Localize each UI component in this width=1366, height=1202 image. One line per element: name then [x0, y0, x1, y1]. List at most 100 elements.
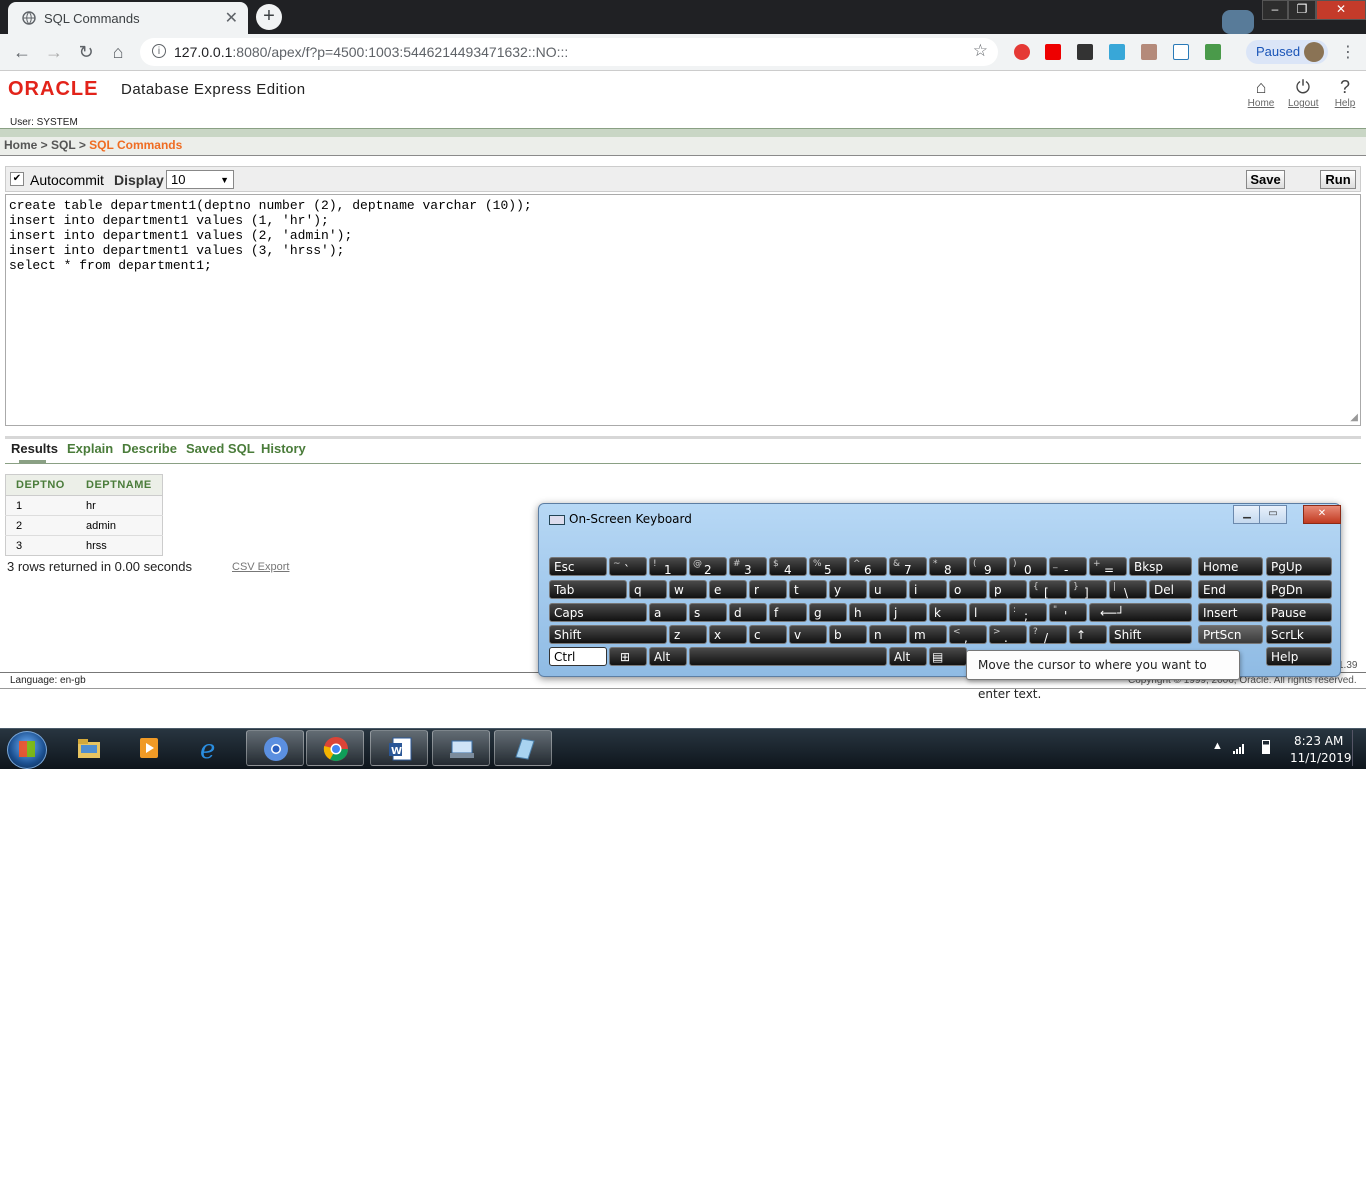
show-hidden-icons-icon[interactable]: ▲ — [1212, 740, 1223, 752]
key-3[interactable]: #3 — [729, 557, 767, 577]
clock-time[interactable]: 8:23 AM — [1294, 734, 1343, 748]
sql-editor[interactable]: create table department1(deptno number (… — [5, 194, 1361, 426]
pdf-extension-icon[interactable] — [1141, 44, 1157, 60]
network-signal-icon[interactable] — [1233, 742, 1247, 754]
key-slash[interactable]: ? / — [1029, 625, 1067, 645]
key-x[interactable]: x — [709, 625, 747, 644]
key-space[interactable] — [689, 647, 887, 666]
taskbar-chrome[interactable] — [306, 730, 364, 766]
show-desktop-button[interactable] — [1352, 730, 1365, 766]
key-e[interactable]: e — [709, 580, 747, 599]
browser-tab[interactable]: SQL Commands ✕ — [8, 2, 248, 34]
taskbar-on-screen-keyboard[interactable] — [432, 730, 490, 766]
taskbar-chromium[interactable] — [246, 730, 304, 766]
key-v[interactable]: v — [789, 625, 827, 644]
key-caps[interactable]: Caps — [549, 603, 647, 622]
home-icon[interactable]: ⌂ — [108, 42, 128, 62]
key-k[interactable]: k — [929, 603, 967, 622]
key-semicolon[interactable]: :; — [1009, 603, 1047, 623]
taskbar-word[interactable]: W — [370, 730, 428, 766]
new-tab-button[interactable]: + — [256, 4, 282, 30]
key-u[interactable]: u — [869, 580, 907, 599]
tab-describe[interactable]: Describe — [122, 441, 177, 456]
key-q[interactable]: q — [629, 580, 667, 599]
key-f[interactable]: f — [769, 603, 807, 622]
key-close-bracket[interactable]: }] — [1069, 580, 1107, 600]
save-button[interactable]: Save — [1246, 170, 1285, 189]
key-period[interactable]: >. — [989, 625, 1027, 645]
key-shift-left[interactable]: Shift — [549, 625, 667, 644]
key-enter[interactable]: ⟵┘ — [1089, 603, 1192, 622]
bookmark-star-icon[interactable]: ☆ — [973, 41, 988, 61]
key-prtscn[interactable]: PrtScn — [1198, 625, 1263, 644]
close-window-button[interactable]: ✕ — [1316, 0, 1366, 20]
key-home[interactable]: Home — [1198, 557, 1263, 576]
key-insert[interactable]: Insert — [1198, 603, 1263, 622]
key-alt-left[interactable]: Alt — [649, 647, 687, 666]
key-y[interactable]: y — [829, 580, 867, 599]
tab-saved-sql[interactable]: Saved SQL — [186, 441, 255, 456]
pc-extension-icon[interactable] — [1173, 44, 1189, 60]
key-help[interactable]: Help — [1266, 647, 1332, 666]
minimize-button[interactable]: – — [1262, 0, 1288, 20]
clock-date[interactable]: 11/1/2019 — [1290, 751, 1352, 765]
key-end[interactable]: End — [1198, 580, 1263, 599]
battery-icon[interactable] — [1262, 740, 1270, 754]
key-pgup[interactable]: PgUp — [1266, 557, 1332, 576]
checklist-extension-icon[interactable] — [1077, 44, 1093, 60]
key-quote[interactable]: " ' — [1049, 603, 1087, 623]
tab-close-icon[interactable]: ✕ — [225, 8, 238, 28]
taskbar-media-player[interactable] — [120, 730, 178, 766]
key-8[interactable]: * 8 — [929, 557, 967, 577]
tab-explain[interactable]: Explain — [67, 441, 113, 456]
key-o[interactable]: o — [949, 580, 987, 599]
key-windows[interactable]: ⊞ — [609, 647, 647, 666]
key-menu[interactable]: ▤ — [929, 647, 967, 666]
tab-history[interactable]: History — [261, 441, 306, 456]
back-icon[interactable]: ← — [12, 42, 32, 62]
key-equals[interactable]: + = — [1089, 557, 1127, 577]
key-up-arrow[interactable]: ↑ — [1069, 625, 1107, 644]
key-comma[interactable]: <, — [949, 625, 987, 645]
profile-button[interactable]: Paused — [1246, 40, 1328, 64]
more-menu-icon[interactable]: ⋮ — [1340, 42, 1356, 62]
display-select[interactable]: 10 ▼ — [166, 170, 234, 189]
youtube-extension-icon[interactable] — [1045, 44, 1061, 60]
key-d[interactable]: d — [729, 603, 767, 622]
adblock-extension-icon[interactable] — [1014, 44, 1030, 60]
tab-results[interactable]: Results — [11, 441, 58, 456]
key-1[interactable]: ! 1 — [649, 557, 687, 577]
key-z[interactable]: z — [669, 625, 707, 644]
taskbar-snipping-tool[interactable] — [494, 730, 552, 766]
key-backslash[interactable]: | \ — [1109, 580, 1147, 600]
header-help-link[interactable]: ? Help — [1330, 76, 1360, 109]
key-t[interactable]: t — [789, 580, 827, 599]
key-esc[interactable]: Esc — [549, 557, 607, 576]
key-i[interactable]: i — [909, 580, 947, 599]
key-scrlk[interactable]: ScrLk — [1266, 625, 1332, 644]
csv-export-link[interactable]: CSV Export — [232, 561, 289, 573]
header-home-link[interactable]: ⌂ Home — [1246, 76, 1276, 109]
key-g[interactable]: g — [809, 603, 847, 622]
key-l[interactable]: l — [969, 603, 1007, 622]
key-s[interactable]: s — [689, 603, 727, 622]
key-c[interactable]: c — [749, 625, 787, 644]
key-5[interactable]: % 5 — [809, 557, 847, 577]
key-w[interactable]: w — [669, 580, 707, 599]
key-4[interactable]: $4 — [769, 557, 807, 577]
info-icon[interactable]: i — [152, 44, 166, 58]
taskbar-explorer[interactable] — [60, 730, 118, 766]
key-9[interactable]: (9 — [969, 557, 1007, 577]
key-pgdn[interactable]: PgDn — [1266, 580, 1332, 599]
start-button[interactable] — [7, 731, 47, 769]
maximize-button[interactable]: ❐ — [1288, 0, 1316, 20]
key-7[interactable]: & 7 — [889, 557, 927, 577]
taskbar-internet-explorer[interactable]: e — [182, 730, 240, 766]
key-m[interactable]: m — [909, 625, 947, 644]
key-0[interactable]: ) 0 — [1009, 557, 1047, 577]
key-delete[interactable]: Del — [1149, 580, 1192, 599]
osk-maximize-button[interactable]: ▭ — [1259, 505, 1287, 524]
reload-icon[interactable]: ↻ — [76, 42, 96, 62]
key-2[interactable]: @2 — [689, 557, 727, 577]
sync-extension-icon[interactable] — [1109, 44, 1125, 60]
